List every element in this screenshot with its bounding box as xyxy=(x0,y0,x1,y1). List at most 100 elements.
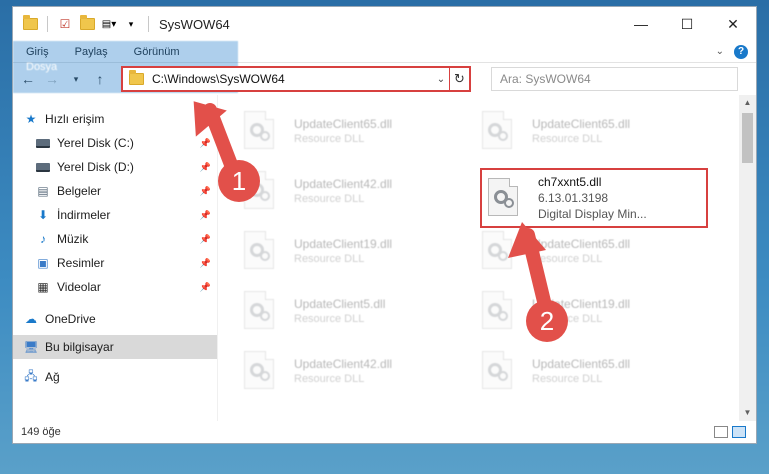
chevron-down-icon[interactable]: ⌄ xyxy=(716,46,724,57)
refresh-icon[interactable]: ↻ xyxy=(449,68,469,90)
file-description: Resource DLL xyxy=(294,253,365,265)
list-item[interactable]: UpdateClient42.dll Resource DLL xyxy=(240,345,465,397)
chevron-down-icon[interactable]: ▾ xyxy=(122,16,140,32)
ribbon-tabs: Dosya Giriş Paylaş Görünüm ⌄ ? xyxy=(13,41,756,93)
file-description: Resource DLL xyxy=(294,193,365,205)
maximize-button[interactable]: ☐ xyxy=(664,7,710,41)
sidebar-item-onedrive[interactable]: ☁ OneDrive xyxy=(13,307,217,331)
file-description: Digital Display Min... xyxy=(538,207,647,221)
dll-file-icon xyxy=(240,109,280,153)
scrollbar-thumb[interactable] xyxy=(742,113,753,163)
pin-icon[interactable]: 📌 xyxy=(200,258,211,269)
details-view-icon[interactable] xyxy=(714,426,728,438)
close-button[interactable]: ✕ xyxy=(710,7,756,41)
list-item[interactable]: UpdateClient19.dllResource DLL xyxy=(478,285,703,337)
pin-icon[interactable]: 📌 xyxy=(200,282,211,293)
sidebar-item-label: Yerel Disk (D:) xyxy=(57,160,134,174)
callout-badge-2: 2 xyxy=(526,300,568,342)
sidebar-item-disk-c[interactable]: Yerel Disk (C:) 📌 xyxy=(13,131,217,155)
sidebar-item-pictures[interactable]: ▣ Resimler 📌 xyxy=(13,251,217,275)
sidebar-item-label: Hızlı erişim xyxy=(45,112,105,126)
star-icon: ★ xyxy=(25,112,37,126)
customize-icon[interactable]: ▤▾ xyxy=(100,16,118,32)
file-name: UpdateClient42.dll xyxy=(294,357,393,371)
file-version: 6.13.01.3198 xyxy=(538,191,609,205)
dll-file-icon xyxy=(478,289,518,333)
view-switcher xyxy=(714,426,756,438)
file-name: UpdateClient42.dll xyxy=(294,177,393,191)
help-icon[interactable]: ? xyxy=(734,44,748,59)
documents-icon: ▤ xyxy=(37,184,49,198)
quick-access-toolbar: ☑ ▤▾ ▾ SysWOW64 xyxy=(13,7,230,41)
disk-icon xyxy=(35,136,51,150)
status-bar: 149 öğe xyxy=(13,421,756,443)
pin-icon[interactable]: 📌 xyxy=(200,162,211,173)
pin-icon[interactable]: 📌 xyxy=(200,186,211,197)
sidebar-item-label: Yerel Disk (C:) xyxy=(57,136,134,150)
sidebar-item-label: Videolar xyxy=(57,280,101,294)
window-controls: — ☐ ✕ xyxy=(618,7,756,41)
list-item[interactable]: UpdateClient65.dll Resource DLL xyxy=(478,345,703,397)
sidebar-item-label: Resimler xyxy=(57,256,105,270)
music-icon: ♪ xyxy=(40,232,46,246)
dll-file-icon xyxy=(240,289,280,333)
file-list: UpdateClient65.dll Resource DLL UpdateCli… xyxy=(218,95,756,421)
cloud-icon: ☁ xyxy=(25,312,37,326)
list-item[interactable]: UpdateClient5.dll Resource DLL xyxy=(240,285,465,337)
divider xyxy=(148,16,149,32)
pin-icon[interactable]: 📌 xyxy=(200,234,211,245)
file-name: UpdateClient65.dll xyxy=(294,117,393,131)
pin-icon[interactable]: 📌 xyxy=(200,210,211,221)
sidebar-item-label: İndirmeler xyxy=(57,208,111,222)
sidebar-item-downloads[interactable]: ⬇ İndirmeler 📌 xyxy=(13,203,217,227)
vertical-scrollbar[interactable]: ▲ ▼ xyxy=(739,95,756,421)
list-item[interactable]: UpdateClient65.dll Resource DLL xyxy=(240,105,465,157)
computer-icon: 🖥 xyxy=(23,340,39,354)
dll-file-icon xyxy=(240,349,280,393)
address-path[interactable]: C:\Windows\SysWOW64 xyxy=(152,72,433,86)
sidebar-item-label: Müzik xyxy=(57,232,89,246)
dll-file-icon xyxy=(478,349,518,393)
chevron-down-icon[interactable]: ⌄ xyxy=(433,74,449,85)
scroll-down-icon[interactable]: ▼ xyxy=(739,405,756,421)
sidebar-item-label: Bu bilgisayar xyxy=(45,340,114,354)
scroll-up-icon[interactable]: ▲ xyxy=(739,95,756,111)
new-folder-icon[interactable] xyxy=(78,15,96,32)
list-item[interactable]: UpdateClient19.dllResource DLL xyxy=(240,225,465,277)
file-description: Resource DLL xyxy=(532,373,603,385)
download-icon: ⬇ xyxy=(37,208,49,222)
file-name: UpdateClient65.dll xyxy=(532,237,631,251)
item-count: 149 öğe xyxy=(21,426,61,438)
list-item[interactable]: UpdateClient65.dll Resource DLL xyxy=(478,225,703,277)
navigation-bar: ← → ▾ ↑ C:\Windows\SysWOW64 ⌄ ↻ Ara: Sys… xyxy=(13,63,756,95)
folder-icon xyxy=(21,15,39,32)
sidebar-item-documents[interactable]: ▤ Belgeler 📌 xyxy=(13,179,217,203)
address-bar[interactable]: C:\Windows\SysWOW64 ⌄ ↻ xyxy=(121,66,471,92)
tiles-view-icon[interactable] xyxy=(732,426,746,438)
properties-icon[interactable]: ☑ xyxy=(56,16,74,32)
folder-icon xyxy=(129,70,144,85)
file-description: Resource DLL xyxy=(294,313,365,325)
sidebar-item-label: Belgeler xyxy=(57,184,102,198)
sidebar-item-this-pc[interactable]: 🖥 Bu bilgisayar xyxy=(13,335,217,359)
window-title: SysWOW64 xyxy=(159,16,230,32)
list-item[interactable]: UpdateClient65.dll Resource DLL xyxy=(478,105,703,157)
list-item[interactable]: UpdateClient42.dll Resource DLL xyxy=(240,165,465,217)
pin-icon[interactable]: 📌 xyxy=(200,138,211,149)
sidebar-item-label: OneDrive xyxy=(45,312,96,326)
main-area: ★ Hızlı erişim Yerel Disk (C:) 📌 Yerel D… xyxy=(13,95,756,421)
file-name: UpdateClient65.dll xyxy=(532,117,631,131)
highlighted-file[interactable]: ch7xxnt5.dll 6.13.01.3198 Digital Displa… xyxy=(480,168,708,228)
file-description: Resource DLL xyxy=(294,373,365,385)
dll-file-icon xyxy=(484,176,524,220)
file-description: Resource DLL xyxy=(532,133,603,145)
sidebar-item-music[interactable]: ♪ Müzik 📌 xyxy=(13,227,217,251)
dll-file-icon xyxy=(240,229,280,273)
sidebar-item-videos[interactable]: ▦ Videolar 📌 xyxy=(13,275,217,299)
sidebar-item-disk-d[interactable]: Yerel Disk (D:) 📌 xyxy=(13,155,217,179)
minimize-button[interactable]: — xyxy=(618,7,664,41)
file-name: UpdateClient5.dll xyxy=(294,297,386,311)
search-input[interactable]: Ara: SysWOW64 xyxy=(491,67,738,91)
sidebar-item-quick-access[interactable]: ★ Hızlı erişim xyxy=(13,107,217,131)
sidebar-item-network[interactable]: 🖧 Ağ xyxy=(13,365,217,389)
